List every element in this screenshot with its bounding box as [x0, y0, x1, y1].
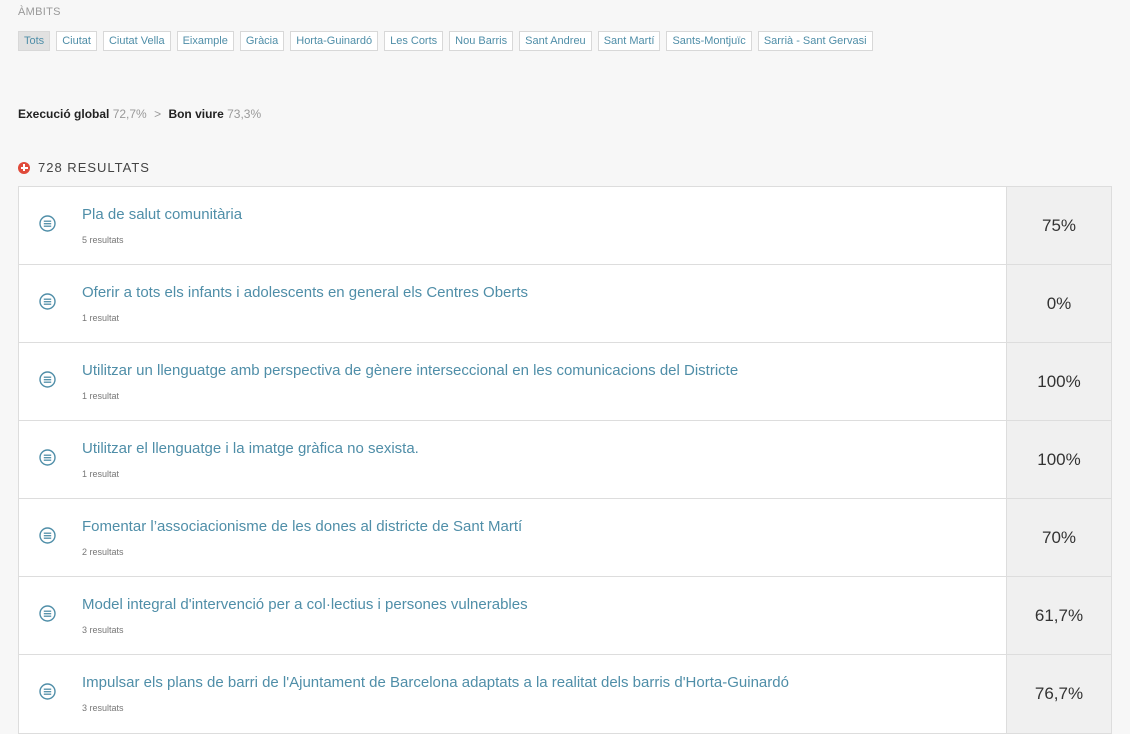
filter-ciutat[interactable]: Ciutat	[56, 31, 97, 51]
result-count: 5 resultats	[82, 235, 124, 245]
breadcrumb-global-pct: 72,7%	[112, 107, 147, 121]
result-percentage: 0%	[1006, 265, 1111, 342]
result-link[interactable]: Fomentar l’associacionisme de les dones …	[19, 499, 1006, 576]
ambits-label: ÀMBITS	[18, 6, 61, 18]
results-list: Pla de salut comunitària 5 resultats 75%…	[18, 186, 1112, 734]
document-lines-icon	[39, 605, 56, 622]
breadcrumb-separator: >	[154, 107, 162, 121]
breadcrumb-section-label[interactable]: Bon viure	[168, 107, 223, 121]
list-item: Utilitzar un llenguatge amb perspectiva …	[19, 343, 1111, 421]
result-title[interactable]: Model integral d'intervenció per a col·l…	[82, 596, 528, 613]
result-percentage: 61,7%	[1006, 577, 1111, 654]
list-item: Pla de salut comunitària 5 resultats 75%	[19, 187, 1111, 265]
filter-horta-guinardo[interactable]: Horta-Guinardó	[290, 31, 379, 51]
result-count: 3 resultats	[82, 625, 124, 635]
result-title[interactable]: Fomentar l’associacionisme de les dones …	[82, 518, 522, 535]
document-lines-icon	[39, 371, 56, 388]
document-lines-icon	[39, 449, 56, 466]
filter-les-corts[interactable]: Les Corts	[384, 31, 444, 51]
result-title[interactable]: Impulsar els plans de barri de l'Ajuntam…	[82, 674, 789, 691]
result-percentage: 100%	[1006, 421, 1111, 498]
result-percentage: 76,7%	[1006, 655, 1111, 733]
list-item: Utilitzar el llenguatge i la imatge gràf…	[19, 421, 1111, 499]
result-link[interactable]: Oferir a tots els infants i adolescents …	[19, 265, 1006, 342]
list-item: Impulsar els plans de barri de l'Ajuntam…	[19, 655, 1111, 733]
result-title[interactable]: Utilitzar un llenguatge amb perspectiva …	[82, 362, 738, 379]
result-count: 2 resultats	[82, 547, 124, 557]
document-lines-icon	[39, 215, 56, 232]
results-count: 728 RESULTATS	[38, 160, 150, 175]
result-link[interactable]: Model integral d'intervenció per a col·l…	[19, 577, 1006, 654]
list-item: Model integral d'intervenció per a col·l…	[19, 577, 1111, 655]
result-count: 1 resultat	[82, 313, 120, 323]
result-percentage: 100%	[1006, 343, 1111, 420]
result-link[interactable]: Utilitzar un llenguatge amb perspectiva …	[19, 343, 1006, 420]
document-lines-icon	[39, 683, 56, 700]
filter-eixample[interactable]: Eixample	[176, 31, 234, 51]
document-lines-icon	[39, 293, 56, 310]
result-percentage: 75%	[1006, 187, 1111, 264]
plus-circle-icon[interactable]	[18, 161, 30, 174]
filter-gracia[interactable]: Gràcia	[239, 31, 285, 51]
result-percentage: 70%	[1006, 499, 1111, 576]
filter-sarria-sant-gervasi[interactable]: Sarrià - Sant Gervasi	[757, 31, 873, 51]
filter-sant-andreu[interactable]: Sant Andreu	[519, 31, 592, 51]
filter-tots[interactable]: Tots	[18, 31, 51, 51]
result-title[interactable]: Oferir a tots els infants i adolescents …	[82, 284, 528, 301]
result-count: 1 resultat	[82, 469, 120, 479]
breadcrumb-section-pct: 73,3%	[227, 107, 262, 121]
result-count: 1 resultat	[82, 391, 120, 401]
filter-sants-montjuic[interactable]: Sants-Montjuïc	[666, 31, 752, 51]
filter-ciutat-vella[interactable]: Ciutat Vella	[102, 31, 171, 51]
result-link[interactable]: Utilitzar el llenguatge i la imatge gràf…	[19, 421, 1006, 498]
result-count: 3 resultats	[82, 703, 124, 713]
filter-nou-barris[interactable]: Nou Barris	[449, 31, 514, 51]
ambits-filter-bar: Tots Ciutat Ciutat Vella Eixample Gràcia…	[18, 31, 873, 51]
result-link[interactable]: Impulsar els plans de barri de l'Ajuntam…	[19, 655, 1006, 733]
document-lines-icon	[39, 527, 56, 544]
list-item: Oferir a tots els infants i adolescents …	[19, 265, 1111, 343]
list-item: Fomentar l’associacionisme de les dones …	[19, 499, 1111, 577]
result-link[interactable]: Pla de salut comunitària 5 resultats	[19, 187, 1006, 264]
breadcrumb: Execució global 72,7% > Bon viure 73,3%	[18, 107, 261, 121]
results-header: 728 RESULTATS	[18, 160, 150, 175]
breadcrumb-global-label[interactable]: Execució global	[18, 107, 109, 121]
filter-sant-marti[interactable]: Sant Martí	[597, 31, 661, 51]
result-title[interactable]: Pla de salut comunitària	[82, 206, 242, 223]
result-title[interactable]: Utilitzar el llenguatge i la imatge gràf…	[82, 440, 419, 457]
